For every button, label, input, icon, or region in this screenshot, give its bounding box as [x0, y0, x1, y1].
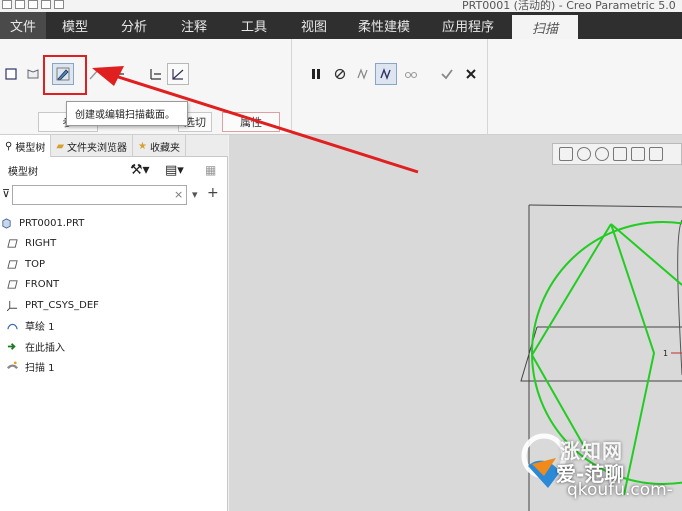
watermark-text-3: qkoufu.com- — [567, 480, 673, 500]
watermark: 涨知网 爱-范聊 qkoufu.com- — [512, 422, 682, 511]
